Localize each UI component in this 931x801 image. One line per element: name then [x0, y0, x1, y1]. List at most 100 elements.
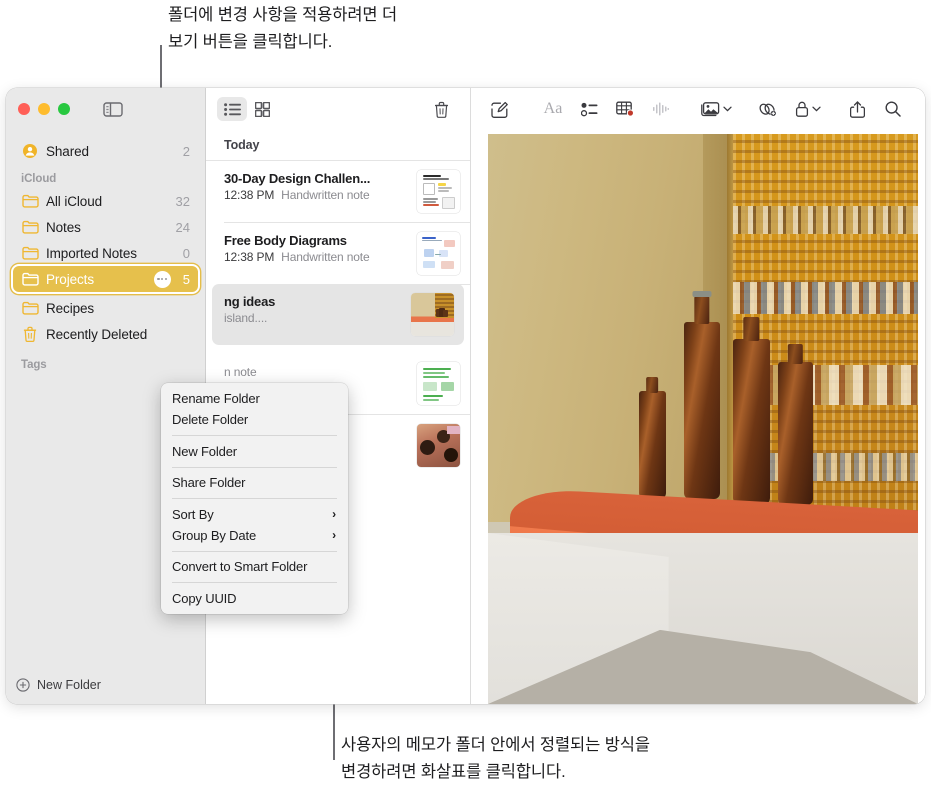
sidebar-item-count: 5	[183, 272, 190, 287]
note-subtitle: Handwritten note	[281, 188, 369, 202]
menu-item-sort-by[interactable]: Sort By ›	[161, 504, 348, 525]
photo-bottle-small	[639, 391, 667, 499]
note-thumbnail	[417, 170, 460, 213]
audio-waveform-icon[interactable]	[643, 96, 679, 122]
new-folder-button[interactable]: New Folder	[6, 666, 205, 704]
sidebar-item-recipes[interactable]: Recipes	[13, 295, 198, 321]
photo-bottle-tall-1	[684, 322, 721, 499]
note-photo-attachment[interactable]	[488, 134, 918, 704]
folder-context-menu: Rename Folder Delete Folder New Folder S…	[161, 383, 348, 614]
link-icon[interactable]	[749, 96, 785, 122]
note-list-item[interactable]: ng ideas island....	[212, 284, 464, 345]
folder-icon	[21, 219, 39, 235]
note-time: 12:38 PM	[224, 250, 274, 264]
diagram-doc-thumb	[419, 234, 458, 273]
note-title: Free Body Diagrams	[224, 233, 409, 248]
sidebar-item-count: 32	[176, 194, 190, 209]
gallery-view-icon[interactable]	[247, 97, 277, 121]
sidebar-list: Shared 2 iCloud All iCloud 32	[6, 130, 205, 374]
sidebar-item-recently-deleted[interactable]: Recently Deleted	[13, 321, 198, 347]
note-editor: Aa	[471, 88, 925, 704]
notes-app-window: Shared 2 iCloud All iCloud 32	[6, 88, 925, 704]
shared-person-icon	[21, 143, 39, 159]
menu-separator	[172, 435, 337, 436]
sidebar-item-count: 24	[176, 220, 190, 235]
traffic-lights	[18, 103, 70, 115]
note-title: 30-Day Design Challen...	[224, 171, 409, 186]
sketch-doc-thumb	[419, 172, 458, 211]
sidebar-toggle-icon[interactable]	[103, 102, 123, 117]
menu-item-label: Copy UUID	[172, 591, 236, 606]
sidebar-item-label: Recipes	[46, 301, 184, 316]
green-doc-thumb	[419, 364, 458, 403]
note-thumbnail	[411, 293, 454, 336]
note-title: ng ideas	[224, 294, 403, 309]
menu-separator	[172, 467, 337, 468]
plus-circle-icon	[16, 678, 30, 692]
minimize-button[interactable]	[38, 103, 50, 115]
shelf-photo-thumb	[411, 293, 454, 336]
note-list-item[interactable]: Free Body Diagrams 12:38 PM Handwritten n…	[206, 223, 470, 284]
menu-item-label: Delete Folder	[172, 412, 248, 427]
photo-bottle-tall-2	[733, 339, 770, 504]
folder-icon	[21, 271, 39, 287]
menu-separator	[172, 551, 337, 552]
sidebar-item-all-icloud[interactable]: All iCloud 32	[13, 188, 198, 214]
lock-icon[interactable]	[785, 96, 831, 122]
menu-item-delete-folder[interactable]: Delete Folder	[161, 409, 348, 430]
folder-icon	[21, 193, 39, 209]
sidebar-item-imported-notes[interactable]: Imported Notes 0	[13, 240, 198, 266]
zoom-button[interactable]	[58, 103, 70, 115]
menu-separator	[172, 582, 337, 583]
menu-item-label: Rename Folder	[172, 391, 260, 406]
note-meta: 12:38 PMHandwritten note	[224, 188, 409, 202]
note-subtitle: n note	[224, 365, 256, 379]
menu-item-rename-folder[interactable]: Rename Folder	[161, 388, 348, 409]
list-view-icon[interactable]	[217, 97, 247, 121]
menu-item-label: New Folder	[172, 444, 237, 459]
callout-bottom-text: 사용자의 메모가 폴더 안에서 정렬되는 방식을 변경하려면 화살표를 클릭합니…	[341, 732, 811, 786]
sidebar-item-label: All iCloud	[46, 194, 170, 209]
format-aa-icon[interactable]: Aa	[535, 96, 571, 122]
trash-icon	[21, 326, 39, 342]
share-icon[interactable]	[839, 96, 875, 122]
search-icon[interactable]	[875, 96, 911, 122]
sidebar-section-header-icloud: iCloud	[6, 164, 205, 188]
menu-item-copy-uuid[interactable]: Copy UUID	[161, 588, 348, 609]
note-thumbnail	[417, 232, 460, 275]
chevron-right-icon: ›	[332, 528, 336, 542]
compose-note-icon[interactable]	[481, 96, 517, 122]
sidebar-section-header-tags: Tags	[6, 347, 205, 374]
menu-item-share-folder[interactable]: Share Folder	[161, 472, 348, 493]
checklist-icon[interactable]	[571, 96, 607, 122]
callout-top-text: 폴더에 변경 사항을 적용하려면 더 보기 버튼을 클릭합니다.	[168, 2, 518, 56]
photo-bottle-tall-3	[778, 362, 812, 505]
window-titlebar	[6, 88, 205, 130]
sidebar-item-shared[interactable]: Shared 2	[13, 138, 198, 164]
note-meta: n note	[224, 365, 409, 379]
menu-item-label: Group By Date	[172, 528, 256, 543]
chevron-right-icon: ›	[332, 507, 336, 521]
note-meta: 12:38 PM Handwritten note	[224, 250, 409, 264]
chevron-down-icon	[723, 106, 732, 112]
media-icon[interactable]	[693, 96, 739, 122]
note-subtitle: Handwritten note	[281, 250, 369, 264]
note-list-item[interactable]: 30-Day Design Challen... 12:38 PMHandwri…	[206, 161, 470, 222]
menu-item-new-folder[interactable]: New Folder	[161, 441, 348, 462]
sidebar-item-projects[interactable]: Projects 5	[13, 266, 198, 292]
trash-icon[interactable]	[426, 97, 456, 121]
more-button[interactable]	[154, 271, 171, 288]
menu-item-group-by-date[interactable]: Group By Date ›	[161, 525, 348, 546]
people-photo-thumb	[417, 424, 460, 467]
chevron-down-icon	[812, 106, 821, 112]
format-aa-label: Aa	[544, 100, 563, 118]
sidebar-item-notes[interactable]: Notes 24	[13, 214, 198, 240]
menu-item-convert-to-smart-folder[interactable]: Convert to Smart Folder	[161, 556, 348, 577]
sidebar-item-label: Projects	[46, 272, 154, 287]
menu-item-label: Share Folder	[172, 475, 245, 490]
table-icon[interactable]	[607, 96, 643, 122]
note-list-toolbar	[206, 88, 470, 130]
note-thumbnail	[417, 362, 460, 405]
close-button[interactable]	[18, 103, 30, 115]
sidebar-item-count: 0	[183, 246, 190, 261]
